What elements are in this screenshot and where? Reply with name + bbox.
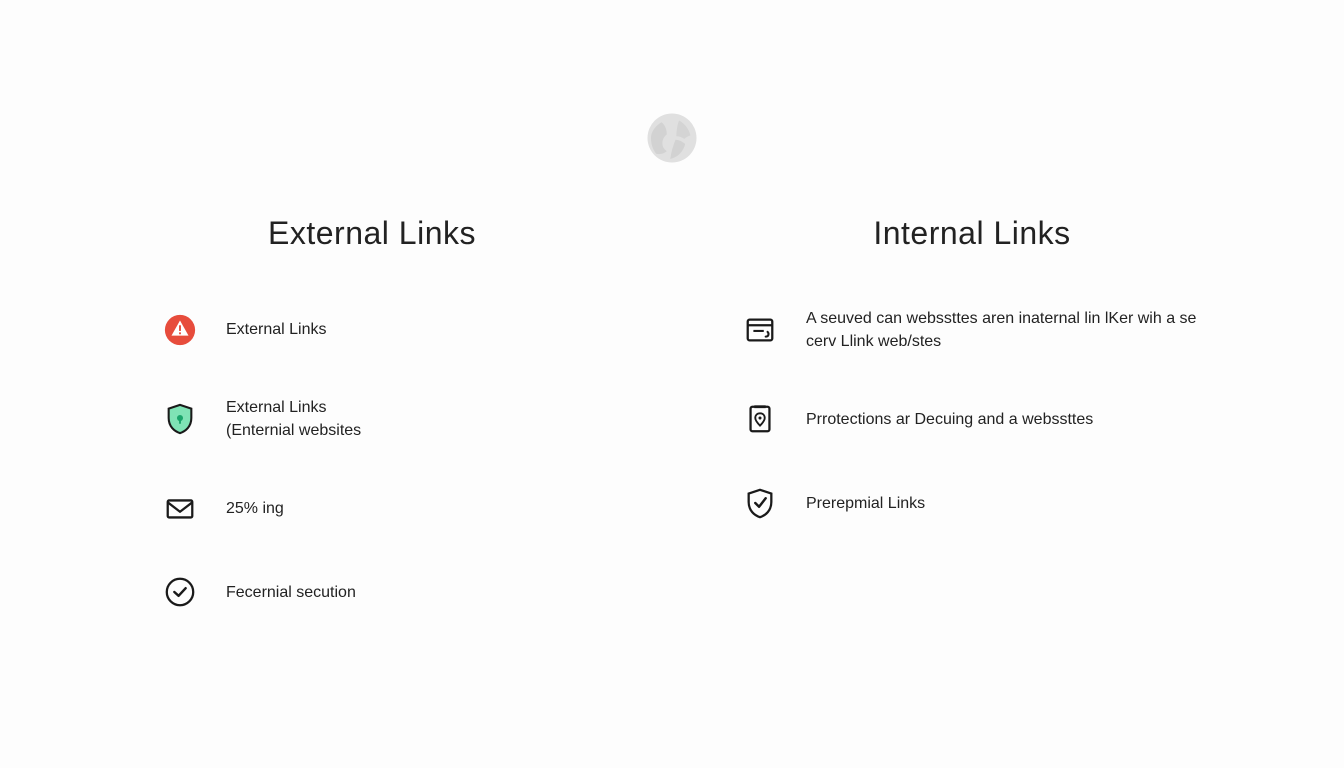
external-item-1-label: External Links — [226, 318, 327, 341]
shield-lock-icon — [162, 401, 198, 437]
external-item-3-label: 25% ing — [226, 497, 284, 520]
external-item-3: 25% ing — [142, 490, 602, 526]
external-item-2-label: External Links (Enternial websites — [226, 396, 361, 442]
columns: External Links External Links — [0, 215, 1344, 658]
external-item-1: External Links — [142, 312, 602, 348]
external-item-2-line2: (Enternial websites — [226, 419, 361, 442]
shield-check-icon — [742, 485, 778, 521]
internal-item-1-label: A seuved can webssttes aren inaternal li… — [806, 307, 1202, 353]
internal-item-3-label: Prerepmial Links — [806, 492, 925, 515]
internal-item-2-label: Prrotections ar Decuing and a webssttes — [806, 408, 1093, 431]
document-pin-icon — [742, 401, 778, 437]
internal-links-column: Internal Links A seuved can webssttes ar… — [742, 215, 1202, 658]
external-links-column: External Links External Links — [142, 215, 602, 658]
internal-links-title: Internal Links — [742, 215, 1202, 252]
alert-triangle-icon — [162, 312, 198, 348]
internal-item-2: Prrotections ar Decuing and a webssttes — [742, 401, 1202, 437]
internal-item-1: A seuved can webssttes aren inaternal li… — [742, 307, 1202, 353]
external-item-2: External Links (Enternial websites — [142, 396, 602, 442]
external-links-title: External Links — [142, 215, 602, 252]
check-circle-icon — [162, 574, 198, 610]
browser-link-icon — [742, 312, 778, 348]
envelope-icon — [162, 490, 198, 526]
internal-item-3: Prerepmial Links — [742, 485, 1202, 521]
external-item-4-label: Fecernial secution — [226, 581, 356, 604]
globe-icon — [644, 110, 700, 171]
external-item-2-line1: External Links — [226, 399, 327, 416]
external-item-4: Fecernial secution — [142, 574, 602, 610]
